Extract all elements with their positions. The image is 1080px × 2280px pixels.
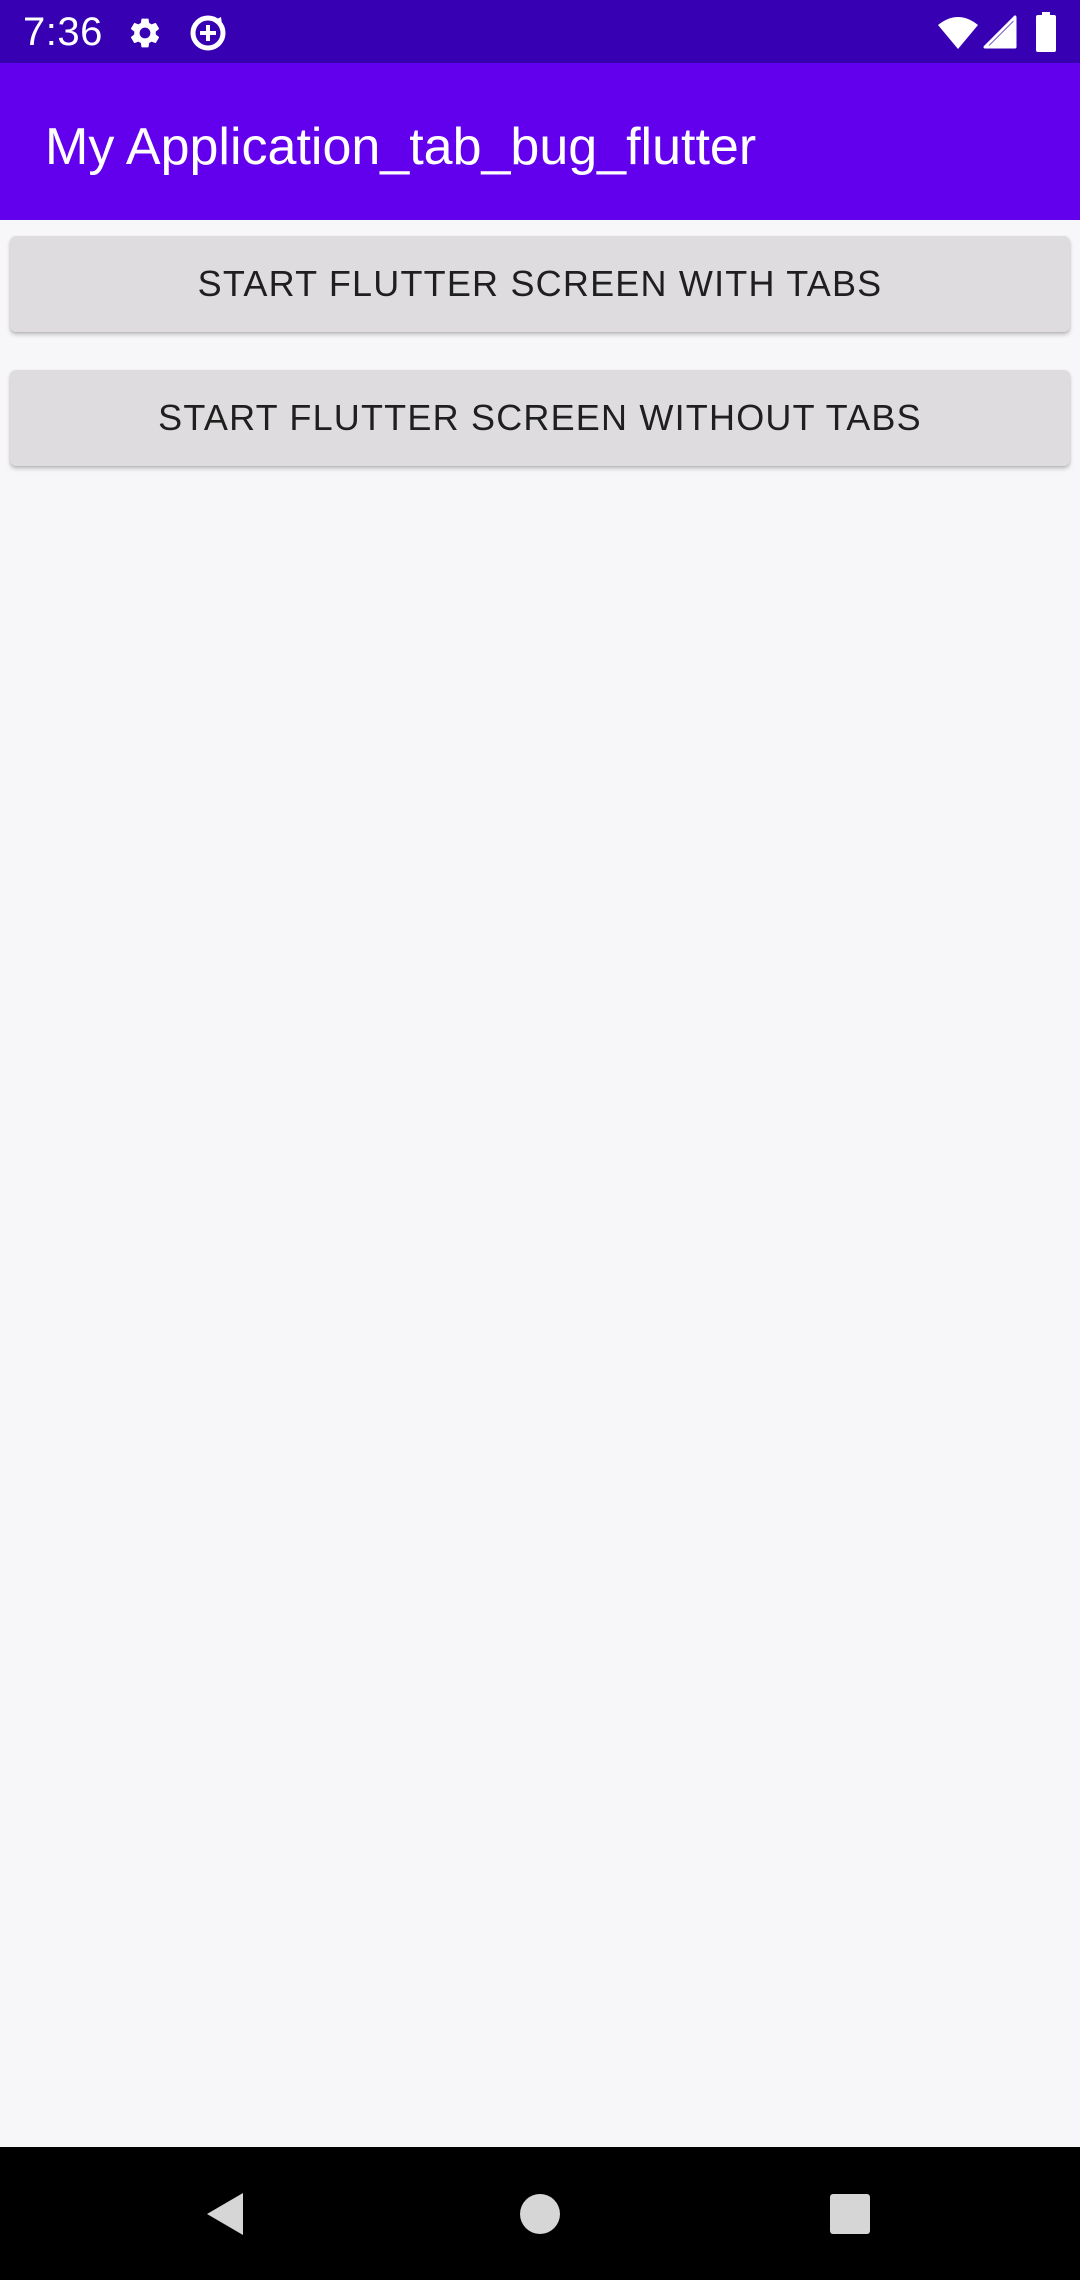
page-title: My Application_tab_bug_flutter — [45, 118, 757, 176]
data-saver-icon — [190, 15, 226, 51]
start-flutter-with-tabs-button[interactable]: START FLUTTER SCREEN WITH TABS — [10, 236, 1070, 332]
gear-icon — [130, 18, 160, 48]
back-icon — [207, 2192, 243, 2235]
status-bar: 7:36 — [0, 0, 1080, 63]
start-flutter-without-tabs-button[interactable]: START FLUTTER SCREEN WITHOUT TABS — [10, 370, 1070, 466]
back-button[interactable] — [135, 2147, 315, 2280]
wifi-icon — [938, 17, 978, 49]
status-time: 7:36 — [23, 10, 103, 54]
recents-button[interactable] — [760, 2147, 940, 2280]
navigation-bar — [0, 2147, 1080, 2280]
recents-icon — [830, 2193, 870, 2234]
home-icon — [520, 2193, 560, 2234]
main-content: START FLUTTER SCREEN WITH TABS START FLU… — [0, 220, 1080, 2147]
home-button[interactable] — [450, 2147, 630, 2280]
app-bar: My Application_tab_bug_flutter — [0, 63, 1080, 220]
cell-signal-icon — [983, 15, 1017, 49]
battery-icon — [1036, 12, 1056, 52]
